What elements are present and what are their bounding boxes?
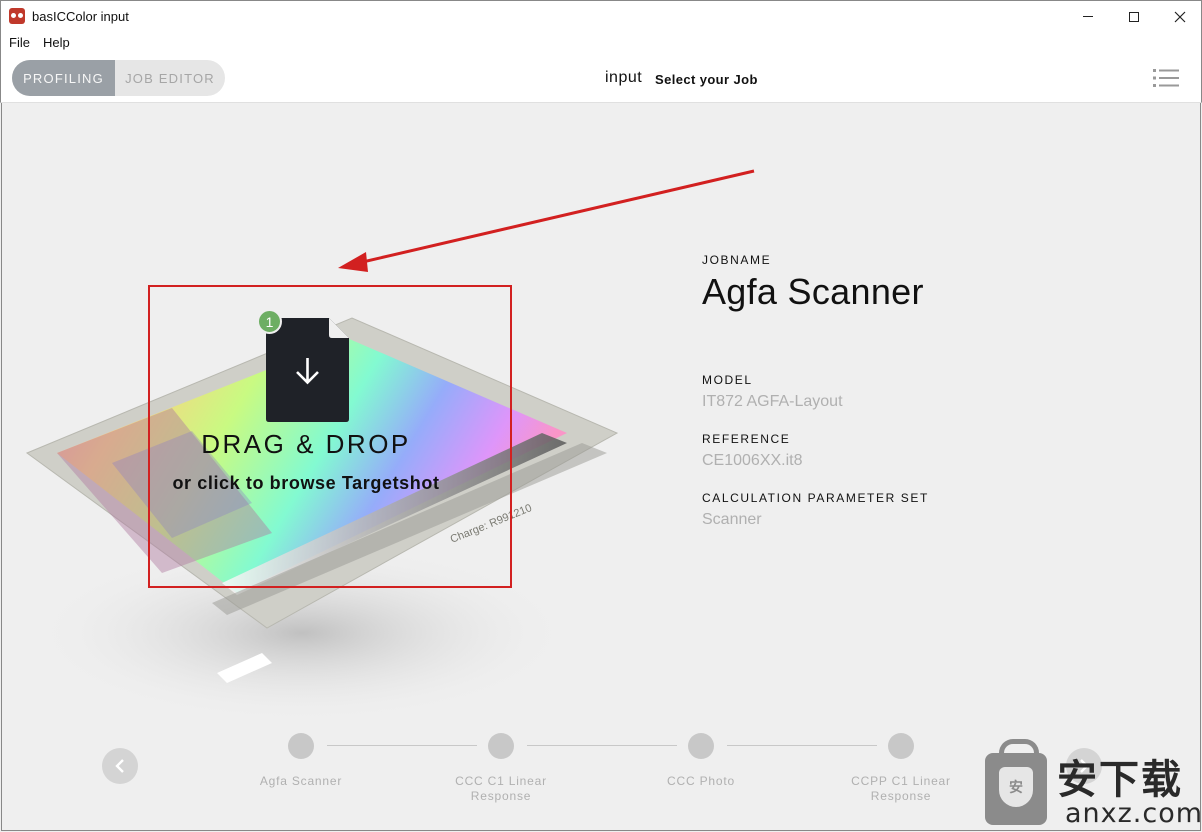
stepper-step-2[interactable]: CCC C1 Linear Response xyxy=(421,733,581,804)
chevron-left-icon xyxy=(115,759,124,773)
menu-file[interactable]: File xyxy=(9,35,30,50)
minimize-button[interactable] xyxy=(1065,1,1111,32)
stepper-step-3[interactable]: CCC Photo xyxy=(621,733,781,789)
menu-bar: File Help xyxy=(0,31,1202,53)
reference-label: REFERENCE xyxy=(702,432,791,446)
step-label: Agfa Scanner xyxy=(259,774,343,788)
page-title: Select your Job xyxy=(655,72,758,87)
minimize-icon xyxy=(1083,16,1093,17)
parameter-label: CALCULATION PARAMETER SET xyxy=(702,491,929,505)
step-dot xyxy=(888,733,914,759)
watermark-text: 安下载 xyxy=(1057,757,1183,803)
app-toolbar: PROFILING JOB EDITOR input Select your J… xyxy=(0,53,1202,103)
reference-value: CE1006XX.it8 xyxy=(702,452,803,469)
close-button[interactable] xyxy=(1157,1,1202,32)
parameter-value: Scanner xyxy=(702,511,762,528)
step-dot xyxy=(688,733,714,759)
main-content: Charge: R991210 1 DRAG & DROP or click t… xyxy=(1,103,1201,831)
mode-switch: PROFILING JOB EDITOR xyxy=(12,60,225,96)
list-menu-icon[interactable] xyxy=(1153,68,1179,88)
model-label: MODEL xyxy=(702,373,753,387)
step-number-badge: 1 xyxy=(257,309,282,334)
download-document-icon[interactable] xyxy=(266,318,349,422)
step-label: CCC C1 Linear Response xyxy=(455,774,547,803)
step-label: CCPP C1 Linear Response xyxy=(851,774,951,803)
menu-help[interactable]: Help xyxy=(43,35,70,50)
step-dot xyxy=(488,733,514,759)
previous-button[interactable] xyxy=(102,748,138,784)
watermark-url: anxz.com xyxy=(1065,798,1202,829)
model-section: MODEL IT872 AGFA-Layout xyxy=(702,373,843,411)
jobname-section: JOBNAME Agfa Scanner xyxy=(702,253,924,313)
title-bar: basICColor input xyxy=(0,0,1202,31)
stepper-step-1[interactable]: Agfa Scanner xyxy=(221,733,381,789)
step-dot xyxy=(288,733,314,759)
parameter-section: CALCULATION PARAMETER SET Scanner xyxy=(702,491,929,529)
maximize-button[interactable] xyxy=(1111,1,1157,32)
tab-profiling[interactable]: PROFILING xyxy=(12,60,115,96)
shopping-bag-icon: 安 xyxy=(985,739,1047,825)
shield-icon: 安 xyxy=(999,767,1033,807)
maximize-icon xyxy=(1129,11,1139,22)
stepper-step-4[interactable]: CCPP C1 Linear Response xyxy=(821,733,981,804)
tab-job-editor[interactable]: JOB EDITOR xyxy=(115,60,225,96)
jobname-value: Agfa Scanner xyxy=(702,271,924,312)
reference-section: REFERENCE CE1006XX.it8 xyxy=(702,432,803,470)
drag-drop-title: DRAG & DROP xyxy=(201,429,411,459)
browse-link[interactable]: or click to browse Targetshot xyxy=(148,473,464,494)
close-icon xyxy=(1174,11,1186,22)
app-logo-icon xyxy=(9,8,25,24)
model-value: IT872 AGFA-Layout xyxy=(702,393,843,410)
app-brand: input xyxy=(605,69,643,86)
step-label: CCC Photo xyxy=(667,774,735,788)
window-title: basICColor input xyxy=(32,9,129,24)
jobname-label: JOBNAME xyxy=(702,253,772,267)
watermark-logo: 安 安下载 anxz.com xyxy=(985,739,1202,830)
